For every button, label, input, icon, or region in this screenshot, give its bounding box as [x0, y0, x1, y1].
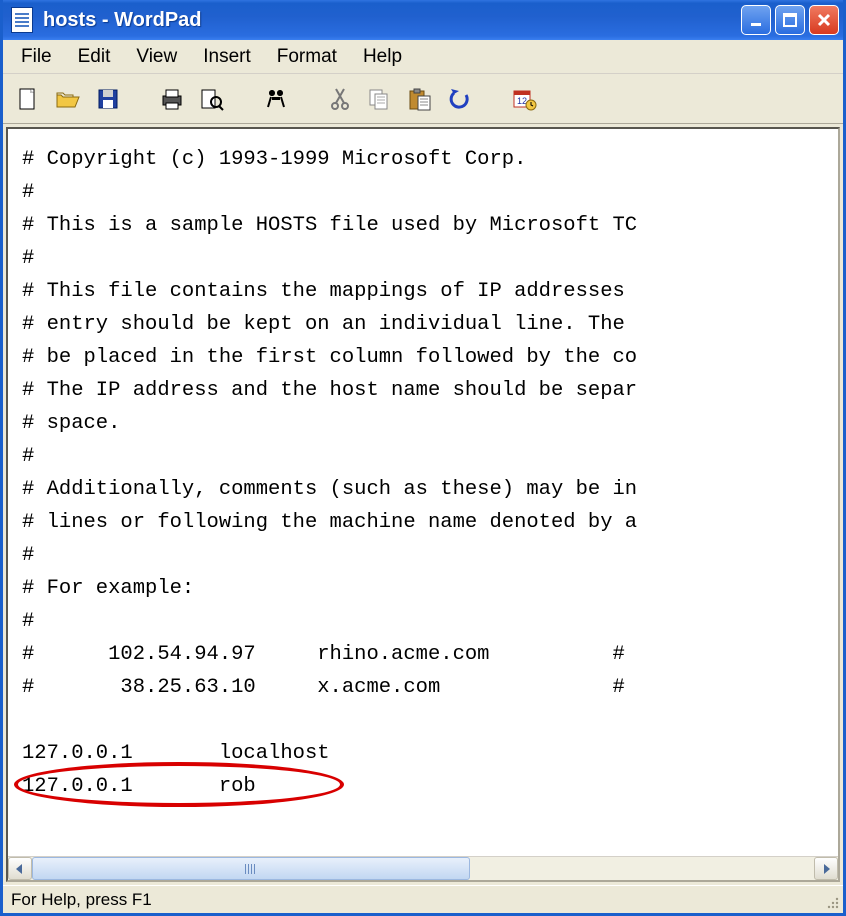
app-icon — [11, 7, 33, 33]
datetime-icon[interactable]: 12 — [507, 82, 541, 116]
undo-icon[interactable] — [443, 82, 477, 116]
menu-format[interactable]: Format — [265, 43, 349, 71]
find-icon[interactable] — [259, 82, 293, 116]
window-title: hosts - WordPad — [43, 9, 741, 32]
close-button[interactable] — [809, 5, 839, 35]
menu-bar: FileEditViewInsertFormatHelp — [3, 40, 843, 74]
status-text: For Help, press F1 — [11, 890, 152, 910]
maximize-button[interactable] — [775, 5, 805, 35]
title-bar[interactable]: hosts - WordPad — [3, 0, 843, 40]
minimize-button[interactable] — [741, 5, 771, 35]
menu-insert[interactable]: Insert — [191, 43, 263, 71]
horizontal-scrollbar[interactable] — [8, 856, 838, 880]
scroll-left-button[interactable] — [8, 857, 32, 880]
print-preview-icon[interactable] — [195, 82, 229, 116]
open-icon[interactable] — [51, 82, 85, 116]
copy-icon[interactable] — [363, 82, 397, 116]
window-controls — [741, 5, 839, 35]
menu-help[interactable]: Help — [351, 43, 414, 71]
status-bar: For Help, press F1 — [3, 885, 843, 913]
toolbar: 12 — [3, 74, 843, 124]
svg-text:12: 12 — [517, 96, 527, 106]
cut-icon[interactable] — [323, 82, 357, 116]
document-area-frame: # Copyright (c) 1993-1999 Microsoft Corp… — [6, 127, 840, 882]
scrollbar-thumb[interactable] — [32, 857, 470, 880]
menu-file[interactable]: File — [9, 43, 64, 71]
new-icon[interactable] — [11, 82, 45, 116]
scrollbar-track[interactable] — [32, 857, 814, 880]
scroll-right-button[interactable] — [814, 857, 838, 880]
print-icon[interactable] — [155, 82, 189, 116]
app-window: hosts - WordPad FileEditViewInsertFormat… — [0, 0, 846, 916]
menu-edit[interactable]: Edit — [66, 43, 123, 71]
resize-grip-icon[interactable] — [824, 894, 840, 910]
menu-view[interactable]: View — [124, 43, 189, 71]
paste-icon[interactable] — [403, 82, 437, 116]
save-icon[interactable] — [91, 82, 125, 116]
document-area[interactable]: # Copyright (c) 1993-1999 Microsoft Corp… — [8, 129, 838, 856]
